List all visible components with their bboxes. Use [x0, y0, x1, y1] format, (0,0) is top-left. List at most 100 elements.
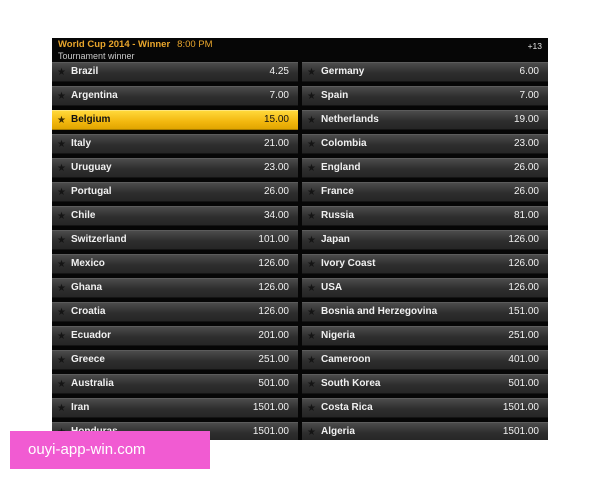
star-icon[interactable]: ★	[307, 185, 316, 200]
star-icon[interactable]: ★	[57, 113, 66, 128]
selection-row[interactable]: ★ Costa Rica 1501.00	[302, 398, 548, 418]
star-icon[interactable]: ★	[307, 305, 316, 320]
odds-value: 201.00	[258, 330, 289, 341]
star-icon[interactable]: ★	[307, 89, 316, 104]
selection-row[interactable]: ★ Russia 81.00	[302, 206, 548, 226]
selection-row[interactable]: ★ Uruguay 23.00	[52, 158, 298, 178]
selection-row[interactable]: ★ Netherlands 19.00	[302, 110, 548, 130]
star-icon[interactable]: ★	[57, 257, 66, 272]
team-name: England	[321, 162, 361, 173]
selection-row[interactable]: ★ Colombia 23.00	[302, 134, 548, 154]
star-icon[interactable]: ★	[57, 233, 66, 248]
team-name: Russia	[321, 210, 354, 221]
star-icon[interactable]: ★	[57, 65, 66, 80]
odds-value: 501.00	[508, 378, 539, 389]
star-icon[interactable]: ★	[307, 65, 316, 80]
odds-value: 23.00	[513, 138, 539, 149]
selection-row[interactable]: ★ Ecuador 201.00	[52, 326, 298, 346]
team-name: Croatia	[71, 306, 106, 317]
star-icon[interactable]: ★	[57, 209, 66, 224]
team-name: Argentina	[71, 90, 118, 101]
market-title-text: World Cup 2014 - Winner	[58, 39, 171, 50]
team-name: Portugal	[71, 186, 112, 197]
selection-row[interactable]: ★ Ghana 126.00	[52, 278, 298, 298]
selection-row[interactable]: ★ Cameroon 401.00	[302, 350, 548, 370]
selection-row[interactable]: ★ Spain 7.00	[302, 86, 548, 106]
star-icon[interactable]: ★	[307, 137, 316, 152]
selection-row[interactable]: ★ England 26.00	[302, 158, 548, 178]
star-icon[interactable]: ★	[307, 353, 316, 368]
odds-value: 1501.00	[252, 426, 289, 437]
team-name: Brazil	[71, 66, 99, 77]
selection-row[interactable]: ★ France 26.00	[302, 182, 548, 202]
selection-row[interactable]: ★ Belgium 15.00	[52, 110, 298, 130]
star-icon[interactable]: ★	[307, 113, 316, 128]
team-name: Bosnia and Herzegovina	[321, 306, 438, 317]
odds-value: 126.00	[258, 282, 289, 293]
team-name: Australia	[71, 378, 114, 389]
odds-value: 251.00	[258, 354, 289, 365]
selection-row[interactable]: ★ Switzerland 101.00	[52, 230, 298, 250]
star-icon[interactable]: ★	[57, 89, 66, 104]
odds-value: 23.00	[263, 162, 289, 173]
selection-row[interactable]: ★ Algeria 1501.00	[302, 422, 548, 440]
team-name: Costa Rica	[321, 402, 373, 413]
star-icon[interactable]: ★	[307, 161, 316, 176]
star-icon[interactable]: ★	[57, 161, 66, 176]
odds-value: 1501.00	[502, 426, 539, 437]
star-icon[interactable]: ★	[57, 353, 66, 368]
star-icon[interactable]: ★	[57, 329, 66, 344]
star-icon[interactable]: ★	[57, 281, 66, 296]
selection-row[interactable]: ★ South Korea 501.00	[302, 374, 548, 394]
selection-row[interactable]: ★ Bosnia and Herzegovina 151.00	[302, 302, 548, 322]
star-icon[interactable]: ★	[57, 305, 66, 320]
star-icon[interactable]: ★	[307, 401, 316, 416]
star-icon[interactable]: ★	[307, 281, 316, 296]
star-icon[interactable]: ★	[57, 185, 66, 200]
team-name: Switzerland	[71, 234, 127, 245]
selection-row[interactable]: ★ Nigeria 251.00	[302, 326, 548, 346]
odds-value: 4.25	[269, 66, 289, 77]
star-icon[interactable]: ★	[57, 401, 66, 416]
star-icon[interactable]: ★	[57, 137, 66, 152]
star-icon[interactable]: ★	[307, 377, 316, 392]
team-name: Nigeria	[321, 330, 355, 341]
selection-row[interactable]: ★ Mexico 126.00	[52, 254, 298, 274]
odds-value: 6.00	[519, 66, 539, 77]
team-name: Spain	[321, 90, 349, 101]
selection-row[interactable]: ★ Croatia 126.00	[52, 302, 298, 322]
selection-row[interactable]: ★ Italy 21.00	[52, 134, 298, 154]
odds-value: 126.00	[508, 234, 539, 245]
selection-row[interactable]: ★ Brazil 4.25	[52, 62, 298, 82]
team-name: Iran	[71, 402, 90, 413]
star-icon[interactable]: ★	[307, 329, 316, 344]
selection-row[interactable]: ★ Portugal 26.00	[52, 182, 298, 202]
team-name: USA	[321, 282, 343, 293]
star-icon[interactable]: ★	[57, 377, 66, 392]
star-icon[interactable]: ★	[307, 257, 316, 272]
selection-row[interactable]: ★ Germany 6.00	[302, 62, 548, 82]
odds-value: 26.00	[513, 162, 539, 173]
odds-value: 126.00	[258, 258, 289, 269]
star-icon[interactable]: ★	[307, 233, 316, 248]
odds-value: 126.00	[258, 306, 289, 317]
star-icon[interactable]: ★	[307, 209, 316, 224]
team-name: Belgium	[71, 114, 111, 125]
selection-row[interactable]: ★ Chile 34.00	[52, 206, 298, 226]
selection-row[interactable]: ★ Greece 251.00	[52, 350, 298, 370]
odds-value: 7.00	[269, 90, 289, 101]
team-name: Mexico	[71, 258, 105, 269]
selection-row[interactable]: ★ USA 126.00	[302, 278, 548, 298]
star-icon[interactable]: ★	[307, 425, 316, 440]
selection-row[interactable]: ★ Iran 1501.00	[52, 398, 298, 418]
team-name: Ecuador	[71, 330, 112, 341]
selection-row[interactable]: ★ Ivory Coast 126.00	[302, 254, 548, 274]
team-name: Ghana	[71, 282, 103, 293]
selection-row[interactable]: ★ Australia 501.00	[52, 374, 298, 394]
team-name: Italy	[71, 138, 92, 149]
team-name: Cameroon	[321, 354, 371, 365]
selection-row[interactable]: ★ Japan 126.00	[302, 230, 548, 250]
odds-value: 26.00	[513, 186, 539, 197]
more-markets-button[interactable]: +13	[528, 41, 542, 51]
selection-row[interactable]: ★ Argentina 7.00	[52, 86, 298, 106]
